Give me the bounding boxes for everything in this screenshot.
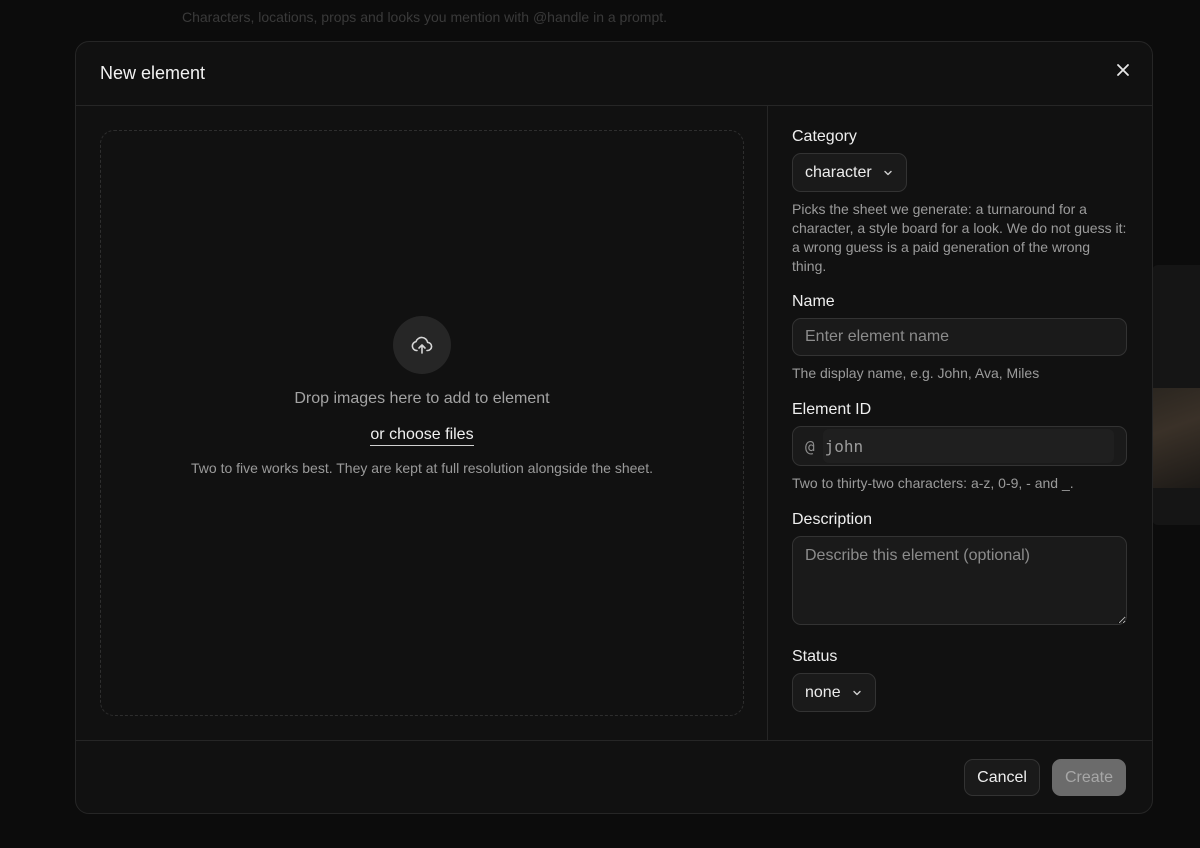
name-label: Name <box>792 293 835 310</box>
cloud-upload-icon <box>411 336 433 354</box>
background-description: Characters, locations, props and looks y… <box>182 9 668 25</box>
dialog-body: Drop images here to add to element or ch… <box>76 106 1152 741</box>
new-element-dialog: New element Drop images here to add to e… <box>75 41 1153 814</box>
status-label: Status <box>792 648 838 665</box>
category-select[interactable]: character <box>792 153 907 192</box>
name-input[interactable] <box>792 318 1127 356</box>
form-pane: Category character Picks the sheet we ge… <box>768 106 1152 740</box>
status-value: none <box>805 683 841 701</box>
background-thumbnail <box>1152 388 1200 488</box>
chevron-down-icon <box>852 690 861 695</box>
dialog-header: New element <box>76 42 1152 106</box>
category-field: Category character Picks the sheet we ge… <box>792 128 1128 276</box>
category-help: Picks the sheet we generate: a turnaroun… <box>792 201 1127 274</box>
status-field: Status none <box>792 648 1128 712</box>
element-id-wrapper: @ <box>792 426 1127 466</box>
cancel-button[interactable]: Cancel <box>964 759 1040 796</box>
description-field: Description <box>792 511 1128 630</box>
chevron-down-icon <box>884 170 892 175</box>
status-select[interactable]: none <box>792 673 876 712</box>
description-label: Description <box>792 511 873 528</box>
upload-button-circle[interactable] <box>393 316 451 374</box>
choose-files-link[interactable]: or choose files <box>370 426 474 446</box>
dialog-footer: Cancel Create <box>76 741 1152 813</box>
dialog-title: New element <box>100 63 206 83</box>
category-label: Category <box>792 128 857 145</box>
drop-instructions: Drop images here to add to element <box>294 390 550 407</box>
close-button[interactable] <box>1112 59 1134 81</box>
create-button[interactable]: Create <box>1051 759 1126 796</box>
category-value: character <box>805 163 872 181</box>
upload-hint: Two to five works best. They are kept at… <box>191 460 653 476</box>
at-prefix: @ <box>805 436 815 456</box>
image-dropzone[interactable]: Drop images here to add to element or ch… <box>100 130 744 716</box>
element-id-input[interactable] <box>822 429 1114 463</box>
element-id-label: Element ID <box>792 401 872 418</box>
name-help: The display name, e.g. John, Ava, Miles <box>792 365 1040 381</box>
upload-pane: Drop images here to add to element or ch… <box>76 106 768 740</box>
name-field: Name The display name, e.g. John, Ava, M… <box>792 293 1128 383</box>
element-id-field: Element ID @ Two to thirty-two character… <box>792 401 1128 493</box>
element-id-help: Two to thirty-two characters: a-z, 0-9, … <box>792 475 1074 491</box>
description-textarea[interactable] <box>792 536 1127 625</box>
close-icon <box>1117 64 1129 76</box>
